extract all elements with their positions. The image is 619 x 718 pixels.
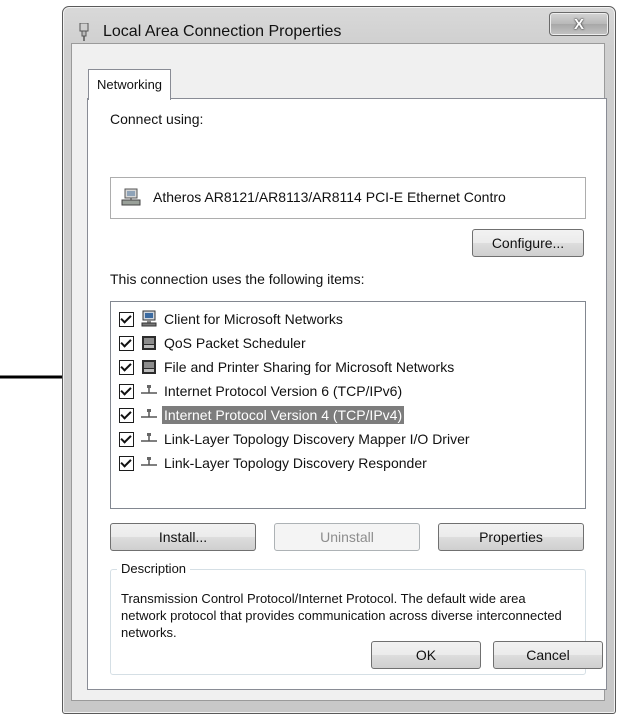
item-label: QoS Packet Scheduler (164, 335, 306, 351)
item-label: Client for Microsoft Networks (164, 311, 343, 327)
list-item-client-for-microsoft-networks[interactable]: Client for Microsoft Networks (119, 308, 345, 330)
dialog-client-area: Networking Connect using: Atheros AR8121… (71, 43, 607, 701)
item-checkbox[interactable] (119, 407, 134, 423)
cancel-button[interactable]: Cancel (493, 641, 603, 669)
list-item-ipv4[interactable]: Internet Protocol Version 4 (TCP/IPv4) (119, 404, 405, 426)
configure-button[interactable]: Configure... (472, 229, 584, 257)
network-adapter-icon (79, 23, 89, 41)
connect-using-label: Connect using: (110, 111, 204, 127)
properties-button[interactable]: Properties (438, 523, 584, 551)
item-checkbox[interactable] (119, 431, 134, 447)
network-adapter-icon (121, 188, 141, 206)
service-icon (142, 336, 156, 350)
item-label: Link-Layer Topology Discovery Responder (164, 455, 427, 471)
list-item-file-and-printer-sharing[interactable]: File and Printer Sharing for Microsoft N… (119, 356, 456, 378)
item-checkbox[interactable] (119, 455, 134, 471)
item-label: Link-Layer Topology Discovery Mapper I/O… (164, 431, 470, 447)
connection-items-list[interactable]: Client for Microsoft Networks QoS Packet… (110, 301, 586, 509)
adapter-name: Atheros AR8121/AR8113/AR8114 PCI-E Ether… (153, 189, 506, 205)
list-item-lltd-mapper[interactable]: Link-Layer Topology Discovery Mapper I/O… (119, 428, 472, 450)
item-label: File and Printer Sharing for Microsoft N… (164, 359, 455, 375)
networking-tab-panel: Connect using: Atheros AR8121/AR8113/AR8… (87, 98, 607, 690)
install-button[interactable]: Install... (110, 523, 256, 551)
tab-networking[interactable]: Networking (88, 69, 172, 100)
protocol-icon (141, 409, 157, 418)
item-label: Internet Protocol Version 6 (TCP/IPv6) (164, 383, 403, 399)
window-title: Local Area Connection Properties (103, 23, 342, 40)
ok-button[interactable]: OK (371, 641, 481, 669)
description-legend: Description (117, 561, 191, 576)
protocol-icon (141, 433, 157, 442)
list-item-lltd-responder[interactable]: Link-Layer Topology Discovery Responder (119, 452, 429, 474)
item-checkbox[interactable] (119, 311, 134, 327)
description-text: Transmission Control Protocol/Internet P… (121, 591, 562, 640)
properties-window: Local Area Connection Properties X Netwo… (62, 6, 616, 714)
item-checkbox[interactable] (119, 335, 134, 351)
service-icon (142, 360, 156, 374)
close-button[interactable]: X (549, 12, 609, 36)
item-label: Internet Protocol Version 4 (TCP/IPv4) (162, 406, 405, 424)
item-checkbox[interactable] (119, 359, 134, 375)
adapter-field: Atheros AR8121/AR8113/AR8114 PCI-E Ether… (110, 177, 586, 219)
protocol-icon (141, 385, 157, 394)
items-list-label: This connection uses the following items… (110, 271, 365, 287)
protocol-icon (141, 457, 157, 466)
close-icon: X (573, 15, 584, 33)
network-client-icon (141, 310, 157, 327)
uninstall-button[interactable]: Uninstall (274, 523, 420, 551)
list-item-ipv6[interactable]: Internet Protocol Version 6 (TCP/IPv6) (119, 380, 404, 402)
item-checkbox[interactable] (119, 383, 134, 399)
list-item-qos-packet-scheduler[interactable]: QoS Packet Scheduler (119, 332, 308, 354)
